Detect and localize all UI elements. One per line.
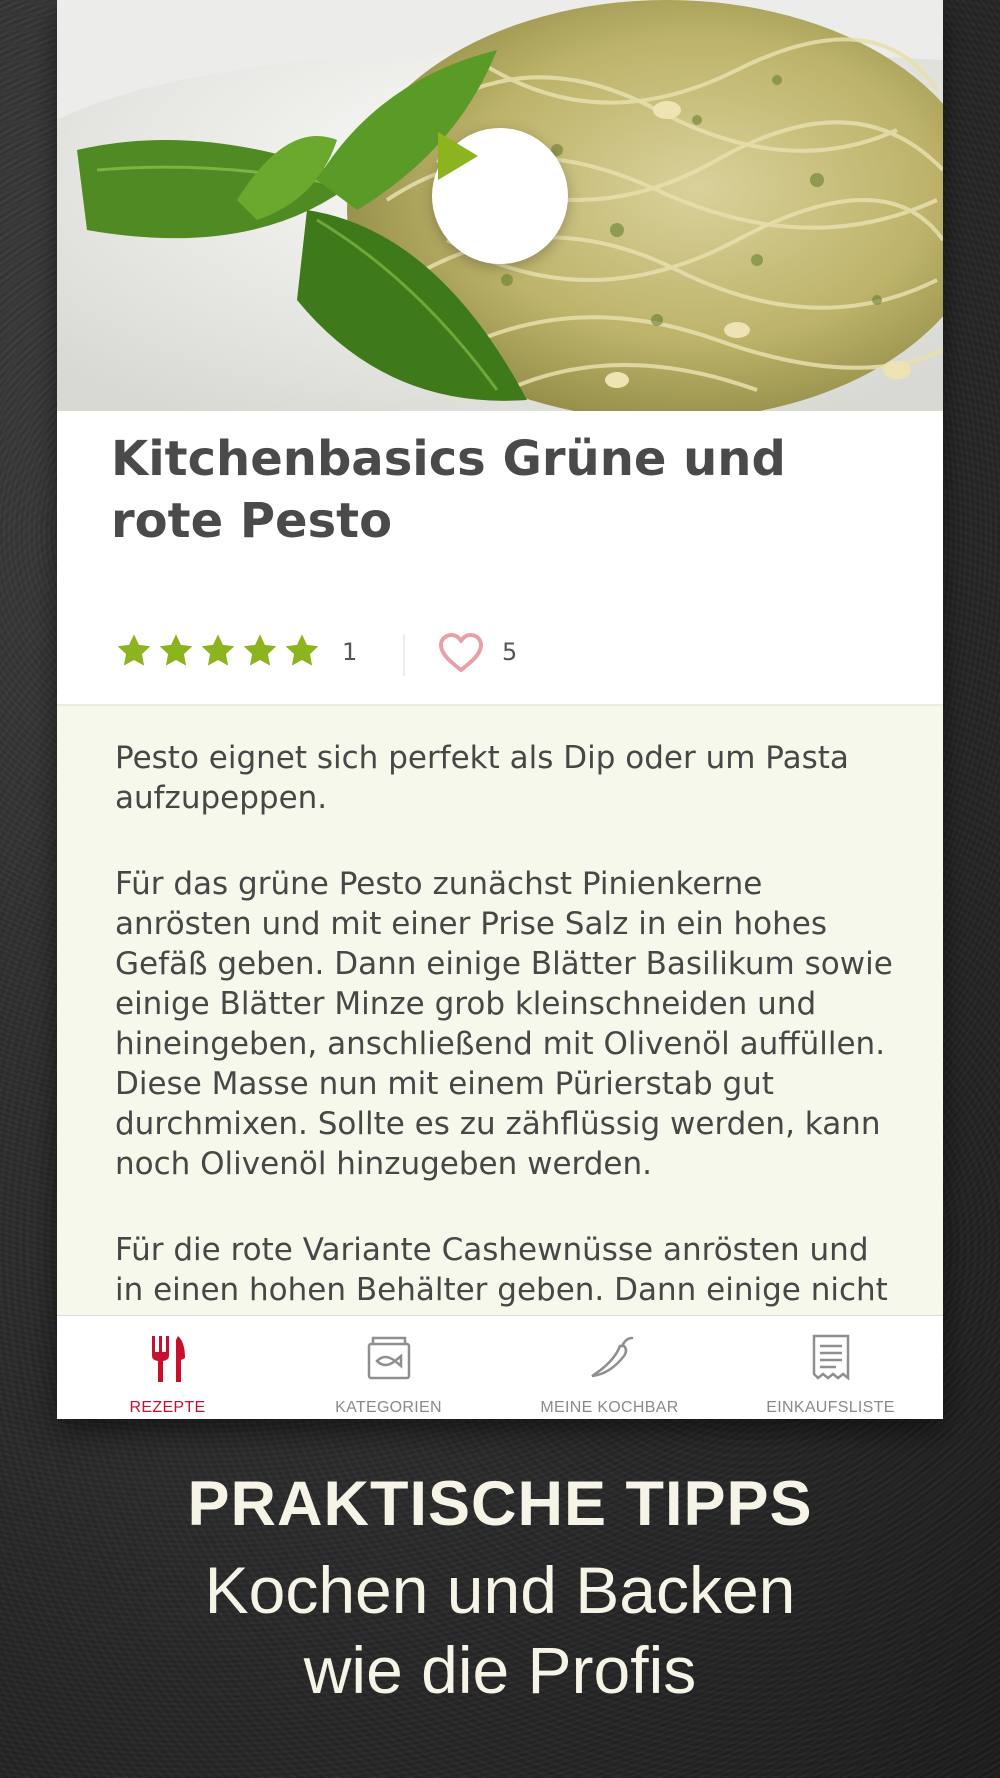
rating-count: 1 xyxy=(342,638,358,666)
heart-icon[interactable] xyxy=(438,632,484,674)
category-box-icon xyxy=(367,1336,410,1380)
description-paragraph: Pesto eignet sich perfekt als Dip oder u… xyxy=(115,740,849,816)
recipe-title-line2: rote Pesto xyxy=(111,493,393,549)
play-button[interactable] xyxy=(432,128,568,264)
bottom-tab-bar: REZEPTE KATEGORIEN MEINE KOCHBAR EINKAUF… xyxy=(57,1315,943,1419)
meta-divider xyxy=(403,634,405,676)
promo-line-1: Kochen und Backen xyxy=(204,1553,796,1627)
recipe-title-line1: Kitchenbasics Grüne und xyxy=(111,431,786,487)
promo-headline: PRAKTISCHE TIPPS xyxy=(187,1469,813,1539)
star-rating[interactable] xyxy=(115,632,321,670)
star-icon xyxy=(117,634,151,666)
description-paragraph: Für das grüne Pesto zunächst Pinienkerne… xyxy=(115,866,893,1182)
recipe-meta-row: 1 5 xyxy=(57,610,943,696)
receipt-list-icon xyxy=(812,1334,849,1381)
star-icon xyxy=(285,634,319,666)
tab-label: REZEPTE xyxy=(129,1399,206,1416)
app-screen: Kitchenbasics Grüne und rote Pesto 1 5 P… xyxy=(57,0,943,1419)
like-count: 5 xyxy=(502,638,518,666)
play-icon xyxy=(438,132,478,180)
tab-label: EINKAUFSLISTE xyxy=(766,1399,895,1416)
tab-meine-kochbar[interactable]: MEINE KOCHBAR xyxy=(499,1316,720,1419)
star-icon xyxy=(243,634,277,666)
description-paragraph: Für die rote Variante Cashewnüsse anröst… xyxy=(115,1232,888,1318)
tab-rezepte[interactable]: REZEPTE xyxy=(57,1316,278,1419)
tab-kategorien[interactable]: KATEGORIEN xyxy=(278,1316,499,1419)
promo-line-2: wie die Profis xyxy=(303,1633,697,1707)
fork-knife-icon xyxy=(151,1336,185,1382)
recipe-title: Kitchenbasics Grüne und rote Pesto xyxy=(111,428,811,552)
tab-label: KATEGORIEN xyxy=(335,1399,442,1416)
chili-icon xyxy=(590,1336,633,1378)
recipe-description: Pesto eignet sich perfekt als Dip oder u… xyxy=(57,704,943,1318)
star-icon xyxy=(159,634,193,666)
star-icon xyxy=(201,634,235,666)
tab-label: MEINE KOCHBAR xyxy=(540,1399,679,1416)
recipe-video-thumbnail[interactable] xyxy=(57,0,943,411)
tab-einkaufsliste[interactable]: EINKAUFSLISTE xyxy=(720,1316,941,1419)
